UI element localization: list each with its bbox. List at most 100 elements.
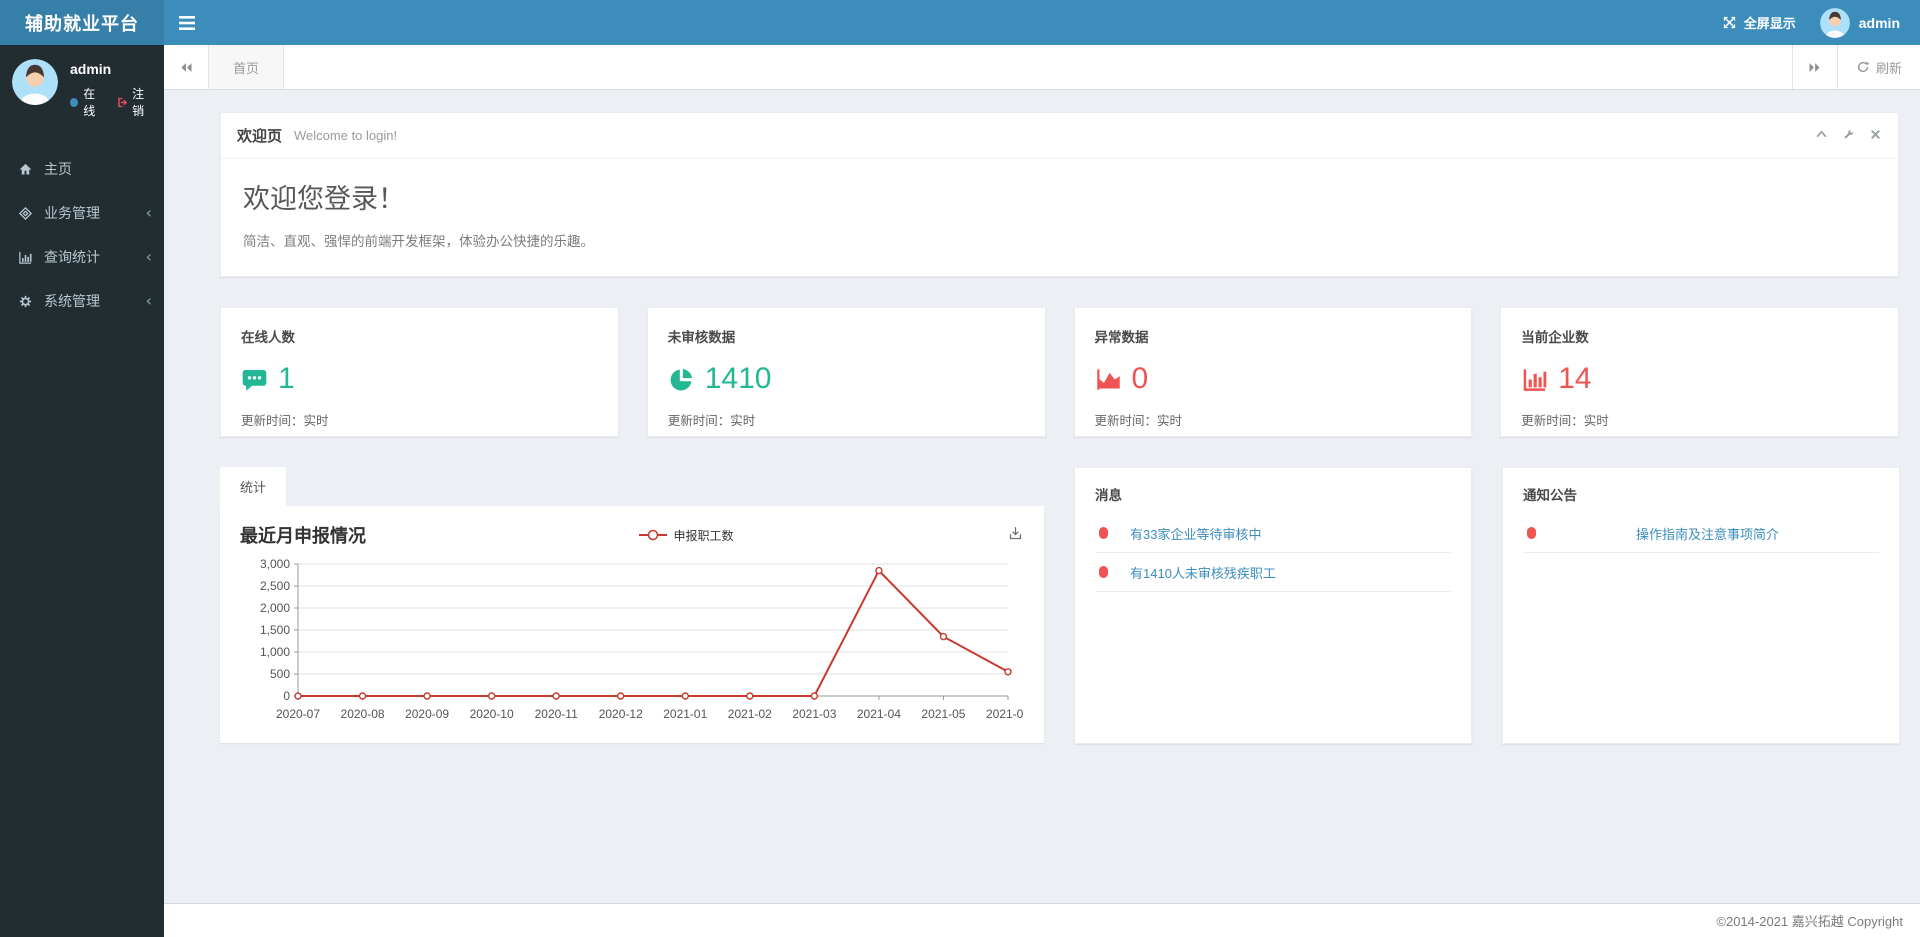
- stat-value: 14: [1558, 362, 1592, 395]
- welcome-description: 简洁、直观、强悍的前端开发框架，体验办公快捷的乐趣。: [243, 234, 594, 249]
- pie-chart-icon: [670, 368, 692, 390]
- messages-panel: 消息 有33家企业等待审核中 有1410人未审核残疾职工: [1074, 467, 1472, 744]
- svg-text:2021-05: 2021-05: [921, 707, 965, 721]
- tabs-scroll-right-button[interactable]: [1791, 45, 1837, 89]
- close-icon: [1871, 129, 1880, 139]
- double-right-icon: [1809, 62, 1820, 72]
- copyright-text: ©2014-2021 嘉兴拓越 Copyright: [1716, 914, 1903, 929]
- stat-updated: 更新时间：实时: [1521, 414, 1609, 428]
- notices-title: 通知公告: [1523, 488, 1577, 503]
- stat-value: 0: [1131, 362, 1149, 395]
- legend-marker-icon: [639, 529, 668, 541]
- download-chart-button[interactable]: [1007, 525, 1024, 545]
- svg-text:2021-03: 2021-03: [792, 707, 836, 721]
- comment-icon: [242, 369, 267, 391]
- fullscreen-button[interactable]: 全屏显示: [1712, 0, 1806, 45]
- logout-icon: [118, 97, 128, 107]
- stat-updated: 更新时间：实时: [1094, 414, 1183, 428]
- chevron-left-icon: ‹: [145, 247, 152, 266]
- footer: ©2014-2021 嘉兴拓越 Copyright: [164, 903, 1920, 937]
- svg-text:500: 500: [270, 667, 290, 681]
- message-link[interactable]: 有33家企业等待审核中: [1130, 524, 1261, 543]
- notices-panel: 通知公告 操作指南及注意事项简介: [1502, 467, 1900, 744]
- page-content: 欢迎页 Welcome to login! 欢迎您登录！ 简洁、直观、强悍的前端…: [164, 90, 1920, 903]
- online-status-dot: [70, 97, 79, 107]
- top-header: 辅助就业平台 全屏显示 admin: [0, 0, 1920, 45]
- svg-text:2020-12: 2020-12: [599, 707, 643, 721]
- tabbar-spacer: [284, 45, 1792, 89]
- tab-bar: 首页 刷新: [164, 45, 1920, 90]
- avatar: [1819, 7, 1850, 38]
- svg-text:2,500: 2,500: [260, 579, 290, 593]
- stat-value: 1: [278, 362, 295, 395]
- welcome-panel-subtitle: Welcome to login!: [294, 128, 398, 143]
- welcome-panel-title: 欢迎页: [237, 128, 283, 145]
- legend-item[interactable]: 申报职工数: [366, 527, 1007, 544]
- stat-card-abnormal: 异常数据 0 更新时间：实时: [1073, 307, 1473, 437]
- column-chart-icon: [1523, 368, 1547, 391]
- chart-panel: 最近月申报情况 申报职工数 0 500 1,000 1,500 2,000 2,500 3,…: [220, 506, 1044, 743]
- chevron-left-icon: ‹: [145, 291, 152, 310]
- welcome-panel: 欢迎页 Welcome to login! 欢迎您登录！ 简洁、直观、强悍的前端…: [220, 112, 1899, 277]
- stat-updated: 更新时间：实时: [667, 414, 756, 428]
- svg-text:2020-11: 2020-11: [535, 707, 578, 721]
- logout-button[interactable]: 注销: [116, 85, 154, 119]
- stat-card-unreviewed: 未审核数据 1410 更新时间：实时: [646, 307, 1046, 437]
- stats-row: 在线人数 1 更新时间：实时 未审核数据 1410 更新时间：实时 异常数据 0…: [220, 307, 1899, 437]
- svg-text:0: 0: [283, 689, 290, 703]
- list-item: 操作指南及注意事项简介: [1523, 514, 1879, 553]
- sidebar-menu: 主页 业务管理 ‹ 查询统计 ‹ 系统管理 ‹: [0, 147, 164, 323]
- sidebar: admin 在线 注销 主页 业务管理 ‹ 查询统计 ‹ 系统管理 ‹: [0, 45, 164, 937]
- app-title[interactable]: 辅助就业平台: [0, 0, 164, 45]
- chart-title: 最近月申报情况: [240, 526, 366, 546]
- stat-card-online-users: 在线人数 1 更新时间：实时: [220, 307, 619, 437]
- refresh-button[interactable]: 刷新: [1836, 45, 1920, 89]
- svg-text:2021-04: 2021-04: [857, 707, 901, 721]
- username: admin: [1858, 14, 1900, 31]
- sidebar-item-system[interactable]: 系统管理 ‹: [0, 279, 164, 323]
- tab-statistics[interactable]: 统计: [220, 467, 287, 506]
- red-dot-icon: [1099, 527, 1108, 539]
- fullscreen-icon: [1723, 16, 1735, 29]
- notice-link[interactable]: 操作指南及注意事项简介: [1636, 524, 1779, 543]
- user-menu[interactable]: admin: [1806, 0, 1920, 45]
- stat-value: 1410: [704, 362, 772, 395]
- svg-text:2020-10: 2020-10: [470, 707, 514, 721]
- svg-text:1,500: 1,500: [260, 623, 290, 637]
- stat-updated: 更新时间：实时: [241, 414, 329, 428]
- svg-text:2020-09: 2020-09: [405, 707, 449, 721]
- close-button[interactable]: [1869, 128, 1882, 144]
- chevron-left-icon: ‹: [145, 203, 152, 222]
- stat-card-companies: 当前企业数 14 更新时间：实时: [1500, 307, 1899, 437]
- fullscreen-label: 全屏显示: [1743, 16, 1796, 31]
- svg-text:2020-07: 2020-07: [276, 707, 320, 721]
- welcome-heading: 欢迎您登录！: [243, 184, 405, 214]
- home-icon: [18, 162, 40, 177]
- sidebar-item-statistics[interactable]: 查询统计 ‹: [0, 235, 164, 279]
- sidebar-toggle-button[interactable]: [164, 0, 210, 45]
- avatar: [12, 59, 58, 105]
- list-item: 有1410人未审核残疾职工: [1095, 553, 1451, 592]
- sidebar-item-home[interactable]: 主页: [0, 147, 164, 191]
- statistics-section: 统计 最近月申报情况 申报职工数 0 500 1,000 1,500 2,000…: [220, 467, 1044, 743]
- gear-icon: [18, 294, 40, 309]
- list-item: 有33家企业等待审核中: [1095, 514, 1451, 553]
- tab-home[interactable]: 首页: [209, 45, 285, 89]
- svg-text:3,000: 3,000: [260, 557, 290, 571]
- sidebar-item-business[interactable]: 业务管理 ‹: [0, 191, 164, 235]
- area-chart-icon: [1096, 368, 1120, 390]
- settings-button[interactable]: [1842, 128, 1855, 144]
- svg-text:2,000: 2,000: [260, 601, 290, 615]
- svg-text:2021-02: 2021-02: [728, 707, 772, 721]
- refresh-icon: [1857, 61, 1870, 73]
- collapse-button[interactable]: [1815, 128, 1828, 144]
- navbar: 全屏显示 admin: [164, 0, 1920, 45]
- svg-text:2021-06: 2021-06: [986, 707, 1024, 721]
- messages-title: 消息: [1095, 488, 1122, 503]
- bar-chart-icon: [18, 250, 40, 265]
- wrench-icon: [1844, 129, 1854, 138]
- hamburger-icon: [179, 15, 195, 30]
- tabs-scroll-left-button[interactable]: [164, 45, 209, 89]
- svg-text:2020-08: 2020-08: [341, 707, 385, 721]
- message-link[interactable]: 有1410人未审核残疾职工: [1130, 563, 1276, 582]
